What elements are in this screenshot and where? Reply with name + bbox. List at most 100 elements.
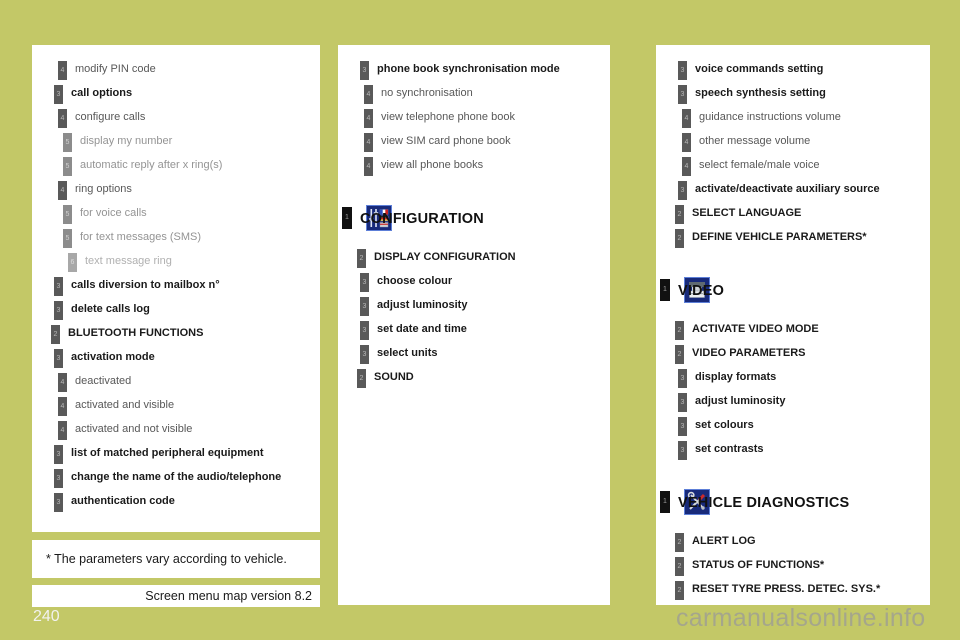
menu-item[interactable]: 3 activation mode — [32, 345, 320, 369]
menu-item[interactable]: 4 view all phone books — [338, 153, 610, 177]
menu-item[interactable]: 3 calls diversion to mailbox n° — [32, 273, 320, 297]
menu-item[interactable]: 3 change the name of the audio/telephone — [32, 465, 320, 489]
level-badge: 4 — [364, 109, 373, 128]
menu-item[interactable]: 3 activate/deactivate auxiliary source — [656, 177, 930, 201]
menu-item[interactable]: 2 ACTIVATE VIDEO MODE — [656, 317, 930, 341]
menu-item[interactable]: 4 select female/male voice — [656, 153, 930, 177]
level-badge: 1 — [342, 207, 352, 229]
level-badge: 2 — [357, 249, 366, 268]
menu-item-label: SELECT LANGUAGE — [692, 207, 802, 219]
menu-item[interactable]: 3 set colours — [656, 413, 930, 437]
menu-item-label: view SIM card phone book — [381, 135, 511, 147]
menu-item[interactable]: 4 activated and not visible — [32, 417, 320, 441]
menu-item-video[interactable]: 1 VIDEO — [656, 277, 930, 305]
menu-item[interactable]: 2 DISPLAY CONFIGURATION — [338, 245, 610, 269]
menu-item[interactable]: 3 phone book synchronisation mode — [338, 57, 610, 81]
menu-item[interactable]: 2 VIDEO PARAMETERS — [656, 341, 930, 365]
menu-item[interactable]: 2 SELECT LANGUAGE — [656, 201, 930, 225]
version-panel: Screen menu map version 8.2 — [32, 585, 320, 607]
menu-item[interactable]: 4 modify PIN code — [32, 57, 320, 81]
menu-item[interactable]: 6 text message ring — [32, 249, 320, 273]
menu-item-label: for text messages (SMS) — [80, 231, 202, 243]
level-badge: 3 — [360, 345, 369, 364]
level-badge: 4 — [58, 61, 67, 80]
left-column: 4 modify PIN code 3 call options 4 configure … — [32, 45, 320, 607]
menu-item[interactable]: 2 ALERT LOG — [656, 529, 930, 553]
level-badge: 5 — [63, 205, 72, 224]
menu-item[interactable]: 2 BLUETOOTH FUNCTIONS — [32, 321, 320, 345]
menu-item[interactable]: 2 SOUND — [338, 365, 610, 389]
menu-item-label: view telephone phone book — [381, 111, 515, 123]
menu-item[interactable]: 3 voice commands setting — [656, 57, 930, 81]
menu-item[interactable]: 4 view SIM card phone book — [338, 129, 610, 153]
menu-item[interactable]: 3 choose colour — [338, 269, 610, 293]
level-badge: 3 — [54, 277, 63, 296]
menu-item-label: display formats — [695, 371, 777, 383]
menu-item[interactable]: 3 authentication code — [32, 489, 320, 513]
footnote-text: * The parameters vary according to vehic… — [46, 552, 287, 566]
menu-item-label: BLUETOOTH FUNCTIONS — [68, 327, 204, 339]
menu-item[interactable]: 4 activated and visible — [32, 393, 320, 417]
menu-item-label: guidance instructions volume — [699, 111, 841, 123]
menu-item[interactable]: 3 speech synthesis setting — [656, 81, 930, 105]
menu-item[interactable]: 4 deactivated — [32, 369, 320, 393]
level-badge: 3 — [54, 85, 63, 104]
menu-item-label: SOUND — [374, 371, 414, 383]
level-badge: 3 — [54, 469, 63, 488]
right-column: 3 voice commands setting 3 speech synthesis… — [656, 45, 930, 605]
level-badge: 2 — [357, 369, 366, 388]
level-badge: 5 — [63, 157, 72, 176]
menu-item[interactable]: 5 display my number — [32, 129, 320, 153]
menu-item[interactable]: 2 DEFINE VEHICLE PARAMETERS* — [656, 225, 930, 249]
menu-item[interactable]: 2 STATUS OF FUNCTIONS* — [656, 553, 930, 577]
level-badge: 2 — [675, 581, 684, 600]
menu-item[interactable]: 4 configure calls — [32, 105, 320, 129]
menu-item[interactable]: 4 no synchronisation — [338, 81, 610, 105]
menu-item[interactable]: 5 for voice calls — [32, 201, 320, 225]
menu-item-label: ALERT LOG — [692, 535, 756, 547]
menu-item-label: choose colour — [377, 275, 453, 287]
menu-item-label: phone book synchronisation mode — [377, 63, 560, 75]
menu-tree-left: 4 modify PIN code 3 call options 4 configure … — [32, 45, 320, 513]
menu-item[interactable]: 4 guidance instructions volume — [656, 105, 930, 129]
menu-item[interactable]: 5 for text messages (SMS) — [32, 225, 320, 249]
level-badge: 6 — [68, 253, 77, 272]
menu-item[interactable]: 3 set contrasts — [656, 437, 930, 461]
menu-tree-panel-right: 3 voice commands setting 3 speech synthesis… — [656, 45, 930, 605]
menu-item-label: ring options — [75, 183, 132, 195]
menu-item[interactable]: 4 view telephone phone book — [338, 105, 610, 129]
menu-item[interactable]: 4 other message volume — [656, 129, 930, 153]
menu-item[interactable]: 3 list of matched peripheral equipment — [32, 441, 320, 465]
menu-item-label: activation mode — [71, 351, 155, 363]
level-badge: 4 — [58, 397, 67, 416]
menu-item-configuration[interactable]: 1 CONFIGURATION — [338, 205, 610, 233]
menu-item-label: authentication code — [71, 495, 175, 507]
menu-item[interactable]: 3 call options — [32, 81, 320, 105]
menu-item[interactable]: 3 set date and time — [338, 317, 610, 341]
level-badge: 3 — [360, 321, 369, 340]
level-badge: 2 — [675, 557, 684, 576]
level-badge: 3 — [54, 493, 63, 512]
menu-item-label: display my number — [80, 135, 173, 147]
menu-item-label: change the name of the audio/telephone — [71, 471, 282, 483]
menu-item-vehicle-diagnostics[interactable]: 1 VEHICLE DIAGNOSTICS — [656, 489, 930, 517]
menu-item[interactable]: 3 adjust luminosity — [338, 293, 610, 317]
menu-item[interactable]: 3 display formats — [656, 365, 930, 389]
level-badge: 3 — [678, 441, 687, 460]
level-badge: 4 — [58, 373, 67, 392]
menu-item[interactable]: 3 adjust luminosity — [656, 389, 930, 413]
menu-item-label: activated and visible — [75, 399, 175, 411]
section-vehicle-diagnostics: 1 VEHICLE DIAGNOSTICS — [656, 489, 930, 517]
menu-item[interactable]: 5 automatic reply after x ring(s) — [32, 153, 320, 177]
level-badge: 3 — [54, 301, 63, 320]
menu-item[interactable]: 4 ring options — [32, 177, 320, 201]
menu-item-label: set colours — [695, 419, 754, 431]
menu-item-label: adjust luminosity — [377, 299, 468, 311]
level-badge: 4 — [58, 181, 67, 200]
level-badge: 4 — [58, 421, 67, 440]
menu-item[interactable]: 2 RESET TYRE PRESS. DETEC. SYS.* — [656, 577, 930, 601]
level-badge: 3 — [360, 61, 369, 80]
menu-item[interactable]: 3 select units — [338, 341, 610, 365]
level-badge: 2 — [675, 345, 684, 364]
menu-item[interactable]: 3 delete calls log — [32, 297, 320, 321]
